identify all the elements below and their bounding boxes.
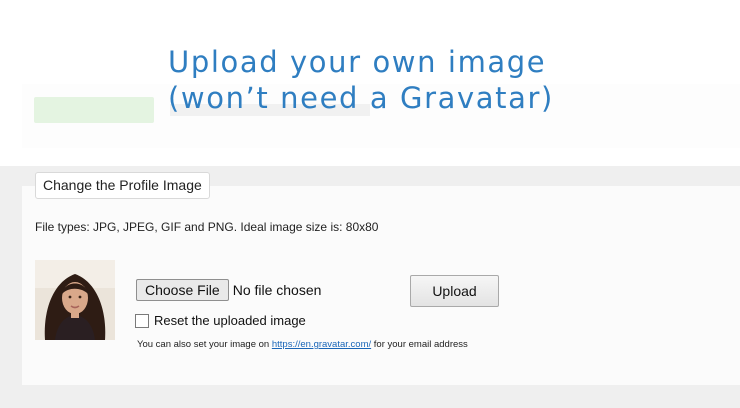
upload-button[interactable]: Upload: [410, 275, 499, 307]
file-types-hint: File types: JPG, JPEG, GIF and PNG. Idea…: [35, 220, 379, 234]
gravatar-note: You can also set your image on https://e…: [137, 339, 468, 350]
gravatar-note-suffix: for your email address: [371, 339, 468, 350]
profile-photo-icon: [35, 260, 115, 340]
reset-image-checkbox[interactable]: [135, 313, 149, 328]
reset-image-label[interactable]: Reset the uploaded image: [154, 313, 306, 328]
gravatar-link[interactable]: https://en.gravatar.com/: [272, 339, 371, 350]
headline-line-1: Upload your own image: [168, 45, 547, 79]
file-input[interactable]: Choose File No file chosen: [136, 279, 321, 301]
headline-line-2: (won’t need a Gravatar): [168, 81, 554, 115]
profile-image-card: [22, 186, 740, 385]
avatar: [35, 260, 115, 340]
overlay-headline: Upload your own image (won’t need a Grav…: [168, 44, 728, 116]
choose-file-button[interactable]: Choose File: [136, 279, 229, 301]
file-status-text: No file chosen: [232, 282, 322, 298]
faded-background-button: [34, 97, 154, 123]
reset-image-option[interactable]: Reset the uploaded image: [135, 313, 306, 328]
gravatar-note-prefix: You can also set your image on: [137, 339, 272, 350]
section-legend: Change the Profile Image: [35, 172, 210, 199]
